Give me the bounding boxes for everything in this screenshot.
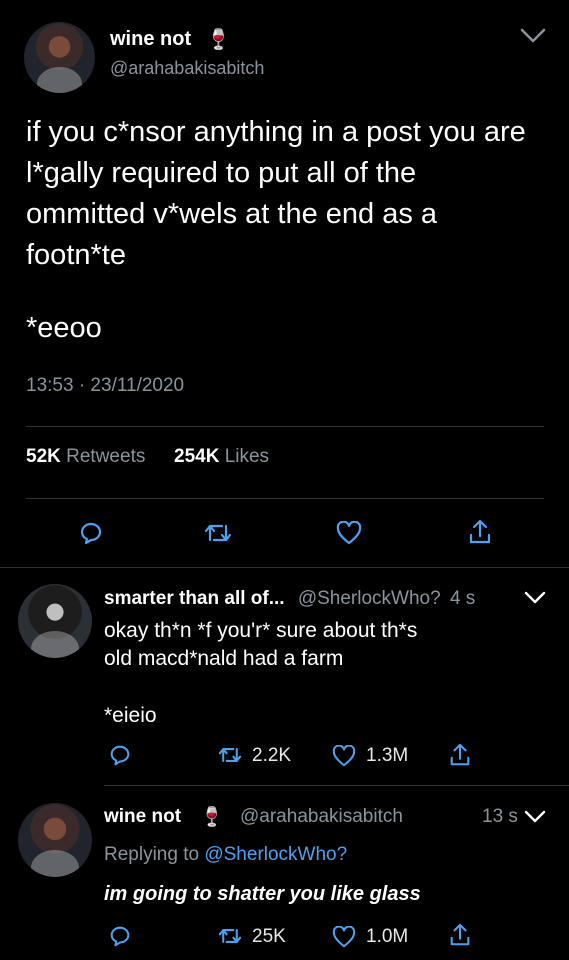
chevron-down-icon[interactable] [524,591,546,605]
chevron-down-icon[interactable] [524,810,546,824]
display-name[interactable]: wine not [104,806,181,828]
reply-icon[interactable] [78,520,104,546]
reply-footnote: *eieio [104,704,157,727]
retweet-stats[interactable]: 52K Retweets [26,446,145,468]
user-handle[interactable]: @arahabakisabitch [240,806,403,828]
divider [0,567,569,568]
avatar[interactable] [18,584,92,658]
reply-age: 4 s [449,588,476,609]
display-name[interactable]: wine not [110,28,191,51]
likes-label: Likes [224,446,270,467]
like-icon[interactable] [332,745,356,767]
divider [104,785,569,786]
divider [26,426,544,427]
like-count: 1.0M [366,926,409,947]
replying-to-handle[interactable]: @SherlockWho? [204,844,347,865]
reply-age: 13 s [482,806,518,827]
share-icon[interactable] [467,518,493,546]
reply-text: okay th*n *f you'r* sure about th*s [104,619,418,642]
user-handle[interactable]: @SherlockWho? [298,588,441,609]
retweet-icon[interactable] [216,925,244,947]
likes-count: 254K [174,446,220,467]
retweet-count: 2.2K [252,745,292,766]
retweet-icon[interactable] [202,520,234,546]
reply-icon[interactable] [108,743,132,767]
user-handle[interactable]: @arahabakisabitch [110,58,264,79]
retweets-label: Retweets [66,446,146,467]
chevron-down-icon[interactable] [520,28,546,44]
like-icon[interactable] [336,521,362,545]
avatar[interactable] [24,22,95,93]
reply-header: smarter than all of... @SherlockWho? 4 s [104,588,475,610]
retweet-count: 25K [252,926,286,947]
retweet-icon[interactable] [216,744,244,766]
like-icon[interactable] [332,926,356,948]
reply-text: old macd*nald had a farm [104,647,344,670]
divider [26,498,544,499]
reply-icon[interactable] [108,924,132,948]
retweets-count: 52K [26,446,61,467]
display-name[interactable]: smarter than all of... [104,588,285,609]
avatar[interactable] [18,803,92,877]
share-icon[interactable] [448,922,472,948]
like-stats[interactable]: 254K Likes [174,446,269,468]
wine-glass-icon: 🍷 [200,807,224,828]
replying-to: Replying to @SherlockWho? [104,844,347,866]
wine-glass-icon: 🍷 [206,29,231,51]
reply-text: im going to shatter you like glass [104,883,421,905]
replying-to-label: Replying to [104,844,200,865]
tweet-timestamp: 13:53 · 23/11/2020 [26,375,185,396]
tweet-footnote: *eeoo [26,312,102,344]
tweet-text: if you c*nsor anything in a post you are… [26,116,526,271]
share-icon[interactable] [448,742,472,768]
like-count: 1.3M [366,745,409,766]
